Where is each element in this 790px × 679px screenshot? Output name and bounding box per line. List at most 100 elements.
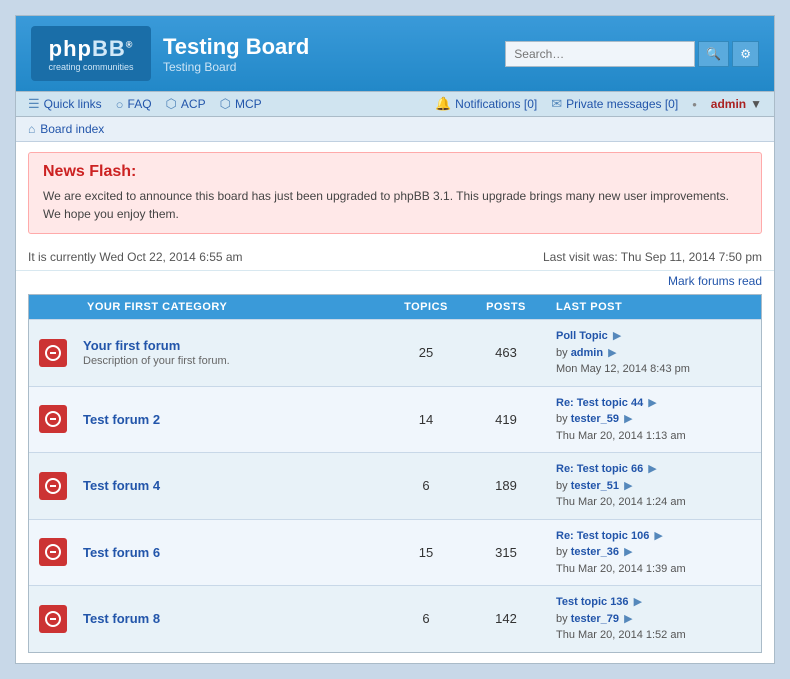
forum-topics-count: 14	[386, 404, 466, 435]
forum-topics-count: 6	[386, 470, 466, 501]
forum-info-col: Test forum 6	[77, 537, 386, 568]
search-input[interactable]	[505, 41, 695, 67]
forum-lastpost-col: Poll Topic ▶ by admin ▶ Mon May 12, 2014…	[546, 320, 761, 386]
user-profile-icon: ▶	[624, 546, 632, 558]
admin-username: admin	[711, 97, 746, 111]
forum-name-link[interactable]: Test forum 6	[83, 545, 380, 560]
mark-read-bar: Mark forums read	[16, 271, 774, 294]
flash-body: We are excited to announce this board ha…	[43, 187, 747, 223]
forum-status-icon	[39, 605, 67, 633]
news-flash: News Flash: We are excited to announce t…	[28, 152, 762, 234]
view-post-icon: ▶	[648, 397, 656, 409]
last-post-user[interactable]: tester_51	[571, 480, 619, 492]
header: phpBB® creating communities Testing Boar…	[16, 16, 774, 91]
nav-right: 🔔 Notifications [0] ✉ Private messages […	[435, 96, 762, 112]
breadcrumb: ⌂ Board index	[16, 117, 774, 142]
forum-icon-col	[29, 464, 77, 508]
board-index-link[interactable]: Board index	[40, 122, 104, 136]
forum-table: YOUR FIRST CATEGORY TOPICS POSTS LAST PO…	[28, 294, 762, 653]
user-profile-icon: ▶	[624, 613, 632, 625]
quick-links-menu[interactable]: ☰ Quick links	[28, 96, 102, 112]
no-new-posts-icon	[45, 611, 61, 627]
mark-forums-read-link[interactable]: Mark forums read	[668, 274, 762, 288]
col-posts-header: POSTS	[466, 295, 546, 319]
last-post-user[interactable]: admin	[571, 347, 603, 359]
forum-posts-count: 189	[466, 470, 546, 501]
forum-posts-count: 142	[466, 603, 546, 634]
forum-status-icon	[39, 538, 67, 566]
notifications-link[interactable]: 🔔 Notifications [0]	[435, 96, 537, 112]
logo[interactable]: phpBB® creating communities	[31, 26, 151, 81]
category-title: YOUR FIRST CATEGORY	[77, 295, 386, 319]
last-topic-link[interactable]: Test topic 136	[556, 596, 629, 608]
logo-area: phpBB® creating communities Testing Boar…	[31, 26, 309, 81]
acp-label: ACP	[181, 97, 206, 111]
board-subtitle: Testing Board	[163, 60, 309, 74]
forum-name-link[interactable]: Test forum 2	[83, 412, 380, 427]
last-post-by: by	[556, 480, 571, 492]
forum-row: Test forum 2 14 419 Re: Test topic 44 ▶ …	[29, 386, 761, 453]
acp-link[interactable]: ⬡ ACP	[166, 96, 206, 112]
forum-lastpost-col: Re: Test topic 66 ▶ by tester_51 ▶ Thu M…	[546, 453, 761, 519]
mcp-label: MCP	[235, 97, 262, 111]
separator: •	[692, 97, 697, 112]
mcp-icon: ⬡	[220, 96, 231, 112]
forum-posts-count: 419	[466, 404, 546, 435]
quick-links-label: Quick links	[44, 97, 102, 111]
forum-topics-count: 15	[386, 537, 466, 568]
last-post-date: Thu Mar 20, 2014 1:52 am	[556, 629, 686, 641]
last-post-by: by	[556, 413, 571, 425]
forum-info-col: Your first forum Description of your fir…	[77, 330, 386, 375]
forum-topics-count: 6	[386, 603, 466, 634]
view-post-icon: ▶	[613, 330, 621, 342]
forum-lastpost-col: Re: Test topic 44 ▶ by tester_59 ▶ Thu M…	[546, 387, 761, 453]
last-post-user[interactable]: tester_59	[571, 413, 619, 425]
bell-icon: 🔔	[435, 96, 451, 112]
forum-name-link[interactable]: Test forum 4	[83, 478, 380, 493]
col-lastpost-header: LAST POST	[546, 295, 761, 319]
forum-rows-container: Your first forum Description of your fir…	[29, 319, 761, 652]
current-time: It is currently Wed Oct 22, 2014 6:55 am	[28, 250, 243, 264]
last-post-by: by	[556, 546, 571, 558]
last-topic-link[interactable]: Poll Topic	[556, 330, 608, 342]
last-topic-link[interactable]: Re: Test topic 106	[556, 530, 649, 542]
faq-icon: ○	[116, 97, 124, 112]
mcp-link[interactable]: ⬡ MCP	[220, 96, 262, 112]
last-post-by: by	[556, 347, 571, 359]
forum-name-link[interactable]: Your first forum	[83, 338, 380, 353]
user-menu[interactable]: admin ▼	[711, 97, 762, 111]
advanced-search-button[interactable]: ⚙	[732, 41, 759, 67]
logo-tagline: creating communities	[48, 62, 133, 72]
search-button[interactable]: 🔍	[698, 41, 729, 67]
forum-row: Test forum 4 6 189 Re: Test topic 66 ▶ b…	[29, 452, 761, 519]
forum-status-icon	[39, 472, 67, 500]
last-topic-link[interactable]: Re: Test topic 44	[556, 397, 643, 409]
view-post-icon: ▶	[654, 530, 662, 542]
flash-title: News Flash:	[43, 163, 747, 181]
faq-link[interactable]: ○ FAQ	[116, 97, 152, 112]
forum-posts-count: 463	[466, 337, 546, 368]
forum-info-col: Test forum 2	[77, 404, 386, 435]
forum-category-header: YOUR FIRST CATEGORY TOPICS POSTS LAST PO…	[29, 295, 761, 319]
board-title-area: Testing Board Testing Board	[163, 34, 309, 74]
last-post-date: Thu Mar 20, 2014 1:13 am	[556, 430, 686, 442]
last-visit: Last visit was: Thu Sep 11, 2014 7:50 pm	[543, 250, 762, 264]
private-messages-link[interactable]: ✉ Private messages [0]	[551, 96, 678, 112]
user-profile-icon: ▶	[624, 480, 632, 492]
forum-row: Test forum 8 6 142 Test topic 136 ▶ by t…	[29, 585, 761, 652]
forum-name-link[interactable]: Test forum 8	[83, 611, 380, 626]
forum-icon-col	[29, 530, 77, 574]
last-post-date: Mon May 12, 2014 8:43 pm	[556, 363, 690, 375]
last-post-user[interactable]: tester_79	[571, 613, 619, 625]
forum-icon-col	[29, 397, 77, 441]
home-icon: ⌂	[28, 122, 35, 136]
search-area: 🔍 ⚙	[505, 41, 759, 67]
quick-links-icon: ☰	[28, 96, 40, 112]
faq-label: FAQ	[128, 97, 152, 111]
col-topics-header: TOPICS	[386, 295, 466, 319]
private-messages-label: Private messages [0]	[566, 97, 678, 111]
forum-status-icon	[39, 405, 67, 433]
last-post-user[interactable]: tester_36	[571, 546, 619, 558]
last-topic-link[interactable]: Re: Test topic 66	[556, 463, 643, 475]
forum-info-col: Test forum 8	[77, 603, 386, 634]
